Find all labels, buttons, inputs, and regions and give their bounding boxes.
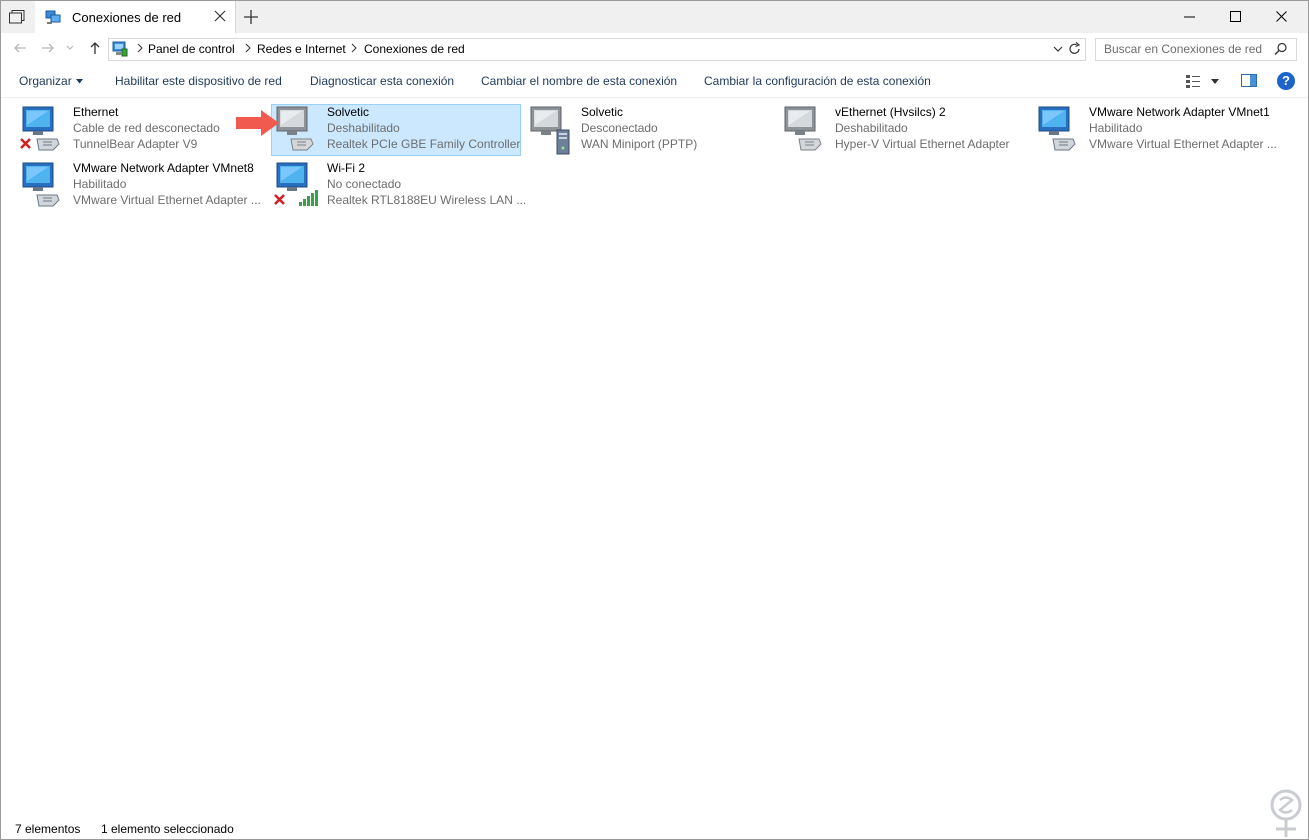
wifi-not-connected-icon: [274, 162, 318, 206]
command-bar: Organizar Habilitar este dispositivo de …: [1, 65, 1308, 98]
maximize-icon: [1230, 11, 1241, 22]
connection-item-solvetic-realtek[interactable]: Solvetic Deshabilitado Realtek PCIe GBE …: [271, 104, 521, 156]
annotation-arrow-icon: [236, 110, 279, 136]
connection-name: Wi-Fi 2: [327, 161, 365, 175]
breadcrumb-network-internet[interactable]: Redes e Internet: [257, 42, 346, 56]
connection-item-vmnet1[interactable]: VMware Network Adapter VMnet1 Habilitado…: [1033, 104, 1283, 156]
connection-device: Realtek PCIe GBE Family Controller: [327, 137, 521, 151]
connection-status: Habilitado: [73, 177, 127, 191]
network-connections-icon: [45, 10, 61, 24]
network-connections-window: Conexiones de red Panel de control Redes…: [0, 0, 1309, 840]
address-dropdown-icon[interactable]: [1052, 44, 1064, 54]
breadcrumb-separator-icon[interactable]: [136, 43, 144, 53]
enable-device-button[interactable]: Habilitar este dispositivo de red: [115, 74, 282, 88]
connection-status: Deshabilitado: [835, 121, 908, 135]
tab-network-connections[interactable]: Conexiones de red: [35, 1, 236, 33]
connection-status: Deshabilitado: [327, 121, 400, 135]
connections-list: Ethernet Cable de red desconectado Tunne…: [1, 98, 1308, 813]
breadcrumb-separator-icon[interactable]: [350, 43, 358, 53]
tab-overview-icon[interactable]: [9, 10, 25, 24]
back-arrow-icon[interactable]: [12, 40, 28, 56]
connection-item-ethernet[interactable]: Ethernet Cable de red desconectado Tunne…: [17, 104, 267, 156]
breadcrumb-separator-icon[interactable]: [244, 43, 252, 53]
connection-name: Ethernet: [73, 105, 119, 119]
breadcrumb-control-panel[interactable]: Panel de control: [148, 42, 235, 56]
connection-item-wifi2[interactable]: Wi-Fi 2 No conectado Realtek RTL8188EU W…: [271, 160, 526, 212]
forward-arrow-icon[interactable]: [40, 40, 56, 56]
connection-device: WAN Miniport (PPTP): [581, 137, 698, 151]
view-options-chevron-icon[interactable]: [1211, 79, 1219, 84]
plus-icon[interactable]: [242, 8, 260, 26]
ethernet-disabled-icon: [784, 106, 822, 151]
connection-name: vEthernet (Hvsilcs) 2: [835, 105, 946, 119]
address-bar[interactable]: Panel de control Redes e Internet Conexi…: [108, 38, 1086, 61]
connection-item-solvetic-wan[interactable]: Solvetic Desconectado WAN Miniport (PPTP…: [525, 104, 775, 156]
connection-status: Cable de red desconectado: [73, 121, 220, 135]
connection-device: VMware Virtual Ethernet Adapter ...: [1089, 137, 1277, 151]
connection-device: TunnelBear Adapter V9: [73, 137, 198, 151]
connection-name: Solvetic: [581, 105, 624, 119]
close-window-icon: [1276, 11, 1287, 22]
control-panel-icon: [112, 41, 128, 57]
connection-device: VMware Virtual Ethernet Adapter ...: [73, 193, 261, 207]
ethernet-disconnected-icon: [20, 106, 60, 151]
vpn-connection-icon: [530, 106, 570, 155]
change-view-icon[interactable]: [1185, 73, 1201, 89]
status-bar: 7 elementos 1 elemento seleccionado: [1, 819, 1308, 839]
connection-item-vethernet[interactable]: vEthernet (Hvsilcs) 2 Deshabilitado Hype…: [779, 104, 1029, 156]
connection-device: Realtek RTL8188EU Wireless LAN ...: [327, 193, 527, 207]
organize-menu-button[interactable]: Organizar: [19, 74, 72, 88]
ethernet-enabled-icon: [1038, 106, 1076, 151]
connection-item-vmnet8[interactable]: VMware Network Adapter VMnet8 Habilitado…: [17, 160, 267, 212]
diagnose-connection-button[interactable]: Diagnosticar esta conexión: [310, 74, 454, 88]
search-input[interactable]: [1096, 39, 1274, 58]
change-settings-button[interactable]: Cambiar la configuración de esta conexió…: [704, 74, 931, 88]
refresh-icon[interactable]: [1067, 41, 1083, 57]
title-bar: Conexiones de red: [1, 1, 1308, 33]
close-icon[interactable]: [211, 7, 229, 25]
connection-name: VMware Network Adapter VMnet8: [73, 161, 254, 175]
minimize-button[interactable]: [1167, 1, 1213, 33]
close-window-button[interactable]: [1259, 1, 1305, 33]
recent-locations-chevron-icon[interactable]: [65, 40, 75, 56]
rename-connection-button[interactable]: Cambiar el nombre de esta conexión: [481, 74, 677, 88]
preview-pane-icon[interactable]: [1241, 73, 1257, 89]
minimize-icon: [1184, 16, 1195, 18]
connection-status: Habilitado: [1089, 121, 1143, 135]
connection-name: Solvetic: [327, 105, 370, 119]
address-row: Panel de control Redes e Internet Conexi…: [1, 33, 1308, 63]
connection-status: No conectado: [327, 177, 402, 191]
item-count: 7 elementos: [15, 822, 81, 836]
tab-title: Conexiones de red: [72, 10, 182, 25]
connection-name: VMware Network Adapter VMnet1: [1089, 105, 1270, 119]
ethernet-enabled-icon: [22, 162, 60, 207]
help-icon[interactable]: ?: [1277, 72, 1295, 90]
up-arrow-icon[interactable]: [87, 40, 103, 56]
search-box: [1095, 38, 1297, 61]
connection-device: Hyper-V Virtual Ethernet Adapter: [835, 137, 1010, 151]
solvetic-logo-icon: [1270, 789, 1302, 837]
maximize-button[interactable]: [1213, 1, 1259, 33]
search-icon[interactable]: [1274, 42, 1288, 56]
connection-status: Desconectado: [581, 121, 658, 135]
selection-count: 1 elemento seleccionado: [101, 822, 234, 836]
breadcrumb-network-connections[interactable]: Conexiones de red: [364, 42, 465, 56]
chevron-down-icon[interactable]: [76, 79, 83, 84]
